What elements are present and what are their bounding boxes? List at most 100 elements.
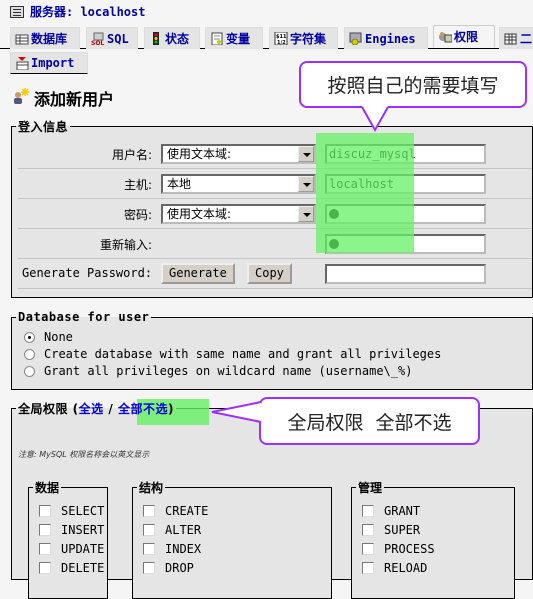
tab-import[interactable]: Import bbox=[10, 52, 88, 74]
checkbox-label: SELECT bbox=[61, 504, 105, 518]
checkbox[interactable] bbox=[143, 562, 155, 574]
tab-engines[interactable]: Engines bbox=[344, 27, 428, 49]
checkbox[interactable] bbox=[39, 505, 51, 517]
engines-icon bbox=[349, 32, 363, 46]
radio-button[interactable] bbox=[24, 331, 35, 343]
radio-button[interactable] bbox=[24, 365, 35, 377]
group-legend: 结构 bbox=[139, 481, 164, 495]
privilege-drop[interactable]: DROP bbox=[143, 561, 194, 575]
tab-privileges[interactable]: 权限 bbox=[433, 25, 495, 48]
select-all-link[interactable]: 全选 bbox=[79, 402, 104, 416]
checkbox[interactable] bbox=[143, 543, 155, 555]
username-input[interactable]: discuz_mysql bbox=[325, 144, 486, 164]
login-info-fieldset: 登入信息 用户名: 使用文本域: discuz_mysql 主机: 本地 loc… bbox=[11, 118, 533, 298]
generated-password-input[interactable] bbox=[325, 264, 486, 284]
radio-option-none[interactable]: None bbox=[24, 330, 73, 344]
group-legend: 数据 bbox=[35, 481, 60, 495]
host-row: 主机: 本地 localhost bbox=[18, 169, 532, 199]
privilege-group-admin: 管理 GRANT SUPER PROCESS RELOAD bbox=[351, 479, 515, 599]
checkbox[interactable] bbox=[362, 524, 374, 536]
privilege-create[interactable]: CREATE bbox=[143, 504, 208, 518]
radio-label: Create database with same name and grant… bbox=[44, 347, 442, 361]
database-for-user-legend: Database for user bbox=[18, 310, 150, 324]
tab-label: 数据库 bbox=[31, 32, 68, 46]
checkbox-label: PROCESS bbox=[384, 542, 435, 556]
privilege-group-data: 数据 SELECT INSERT UPDATE DELETE bbox=[28, 479, 108, 599]
input-value: discuz_mysql bbox=[329, 147, 416, 161]
server-label[interactable]: 服务器: localhost bbox=[30, 3, 145, 20]
checkbox[interactable] bbox=[362, 562, 374, 574]
legend-text: 全局权限 ( bbox=[18, 402, 79, 416]
svg-text:SQL: SQL bbox=[91, 40, 104, 45]
password-label: 密码: bbox=[123, 208, 152, 222]
select-none-link[interactable]: 全部不选 bbox=[118, 402, 168, 416]
annotation-callout-global: 全局权限 全部不选 bbox=[259, 397, 480, 445]
tab-databases[interactable]: 数据库 bbox=[10, 27, 80, 49]
privileges-note: 注意: MySQL 权限名称会以英文显示 bbox=[18, 450, 150, 459]
checkbox-label: GRANT bbox=[384, 504, 421, 518]
tab-variables[interactable]: 变量 bbox=[205, 27, 263, 49]
legend-text: ) bbox=[167, 402, 174, 416]
password-mask bbox=[329, 239, 339, 249]
privilege-select[interactable]: SELECT bbox=[39, 504, 104, 518]
retype-password-input[interactable] bbox=[325, 234, 486, 254]
privilege-update[interactable]: UPDATE bbox=[39, 542, 104, 556]
checkbox[interactable] bbox=[362, 505, 374, 517]
server-breadcrumb[interactable]: 服务器: localhost bbox=[10, 3, 145, 20]
chevron-down-icon bbox=[298, 176, 314, 192]
password-row: 密码: 使用文本域: bbox=[18, 199, 532, 229]
privilege-super[interactable]: SUPER bbox=[362, 523, 420, 537]
tab-label: 状态 bbox=[165, 32, 190, 46]
input-value: localhost bbox=[329, 177, 395, 191]
privilege-index[interactable]: INDEX bbox=[143, 542, 201, 556]
retype-label: 重新输入: bbox=[99, 238, 152, 252]
host-input[interactable]: localhost bbox=[325, 174, 486, 194]
privilege-group-structure: 结构 CREATE ALTER INDEX DROP bbox=[132, 479, 332, 599]
radio-button[interactable] bbox=[24, 348, 35, 360]
tab-binlog[interactable]: 二 bbox=[499, 27, 533, 49]
tab-label: 二 bbox=[520, 32, 533, 46]
radio-label: None bbox=[44, 330, 73, 344]
page-title: 添加新用户 bbox=[12, 86, 114, 110]
tab-sql[interactable]: SQL SQL bbox=[86, 27, 138, 49]
tab-label: Engines bbox=[365, 31, 416, 46]
privilege-grant[interactable]: GRANT bbox=[362, 504, 420, 518]
callout-text: 按照自己的需要填写 bbox=[327, 75, 499, 97]
username-row: 用户名: 使用文本域: discuz_mysql bbox=[18, 139, 532, 169]
privilege-process[interactable]: PROCESS bbox=[362, 542, 435, 556]
tab-bar: 数据库 SQL SQL 状态 变量 $11 1/2 字符集 Engines 权限 … bbox=[0, 25, 533, 49]
copy-button[interactable]: Copy bbox=[247, 263, 292, 284]
privilege-insert[interactable]: INSERT bbox=[39, 523, 104, 537]
global-privileges-legend: 全局权限 (全选 / 全部不选) bbox=[16, 400, 176, 417]
checkbox[interactable] bbox=[39, 524, 51, 536]
checkbox-label: DROP bbox=[165, 561, 194, 575]
checkbox[interactable] bbox=[39, 543, 51, 555]
sql-icon: SQL bbox=[91, 32, 105, 47]
generate-password-label: Generate Password: bbox=[22, 266, 153, 280]
host-type-select[interactable]: 本地 bbox=[161, 174, 316, 194]
checkbox[interactable] bbox=[39, 562, 51, 574]
radio-option-create-db[interactable]: Create database with same name and grant… bbox=[24, 347, 441, 361]
callout-text: 全局权限 全部不选 bbox=[287, 411, 452, 434]
checkbox-label: RELOAD bbox=[384, 561, 428, 575]
generate-button[interactable]: Generate bbox=[161, 263, 235, 284]
host-label: 主机: bbox=[123, 178, 152, 192]
checkbox[interactable] bbox=[143, 524, 155, 536]
password-input[interactable] bbox=[325, 204, 486, 224]
privilege-reload[interactable]: RELOAD bbox=[362, 561, 427, 575]
tab-charsets[interactable]: $11 1/2 字符集 bbox=[269, 27, 338, 49]
username-type-select[interactable]: 使用文本域: bbox=[161, 144, 316, 164]
group-legend: 管理 bbox=[358, 481, 383, 495]
password-type-select[interactable]: 使用文本域: bbox=[161, 204, 316, 224]
radio-option-wildcard[interactable]: Grant all privileges on wildcard name (u… bbox=[24, 364, 412, 378]
checkbox[interactable] bbox=[362, 543, 374, 555]
tab-label: 权限 bbox=[454, 30, 479, 44]
privilege-alter[interactable]: ALTER bbox=[143, 523, 201, 537]
tab-label: Import bbox=[31, 56, 75, 70]
checkbox[interactable] bbox=[143, 505, 155, 517]
privilege-delete[interactable]: DELETE bbox=[39, 561, 104, 575]
tab-status[interactable]: 状态 bbox=[144, 27, 200, 49]
select-value: 本地 bbox=[167, 177, 192, 191]
checkbox-label: UPDATE bbox=[61, 542, 105, 556]
charset-icon: $11 1/2 bbox=[274, 31, 288, 46]
